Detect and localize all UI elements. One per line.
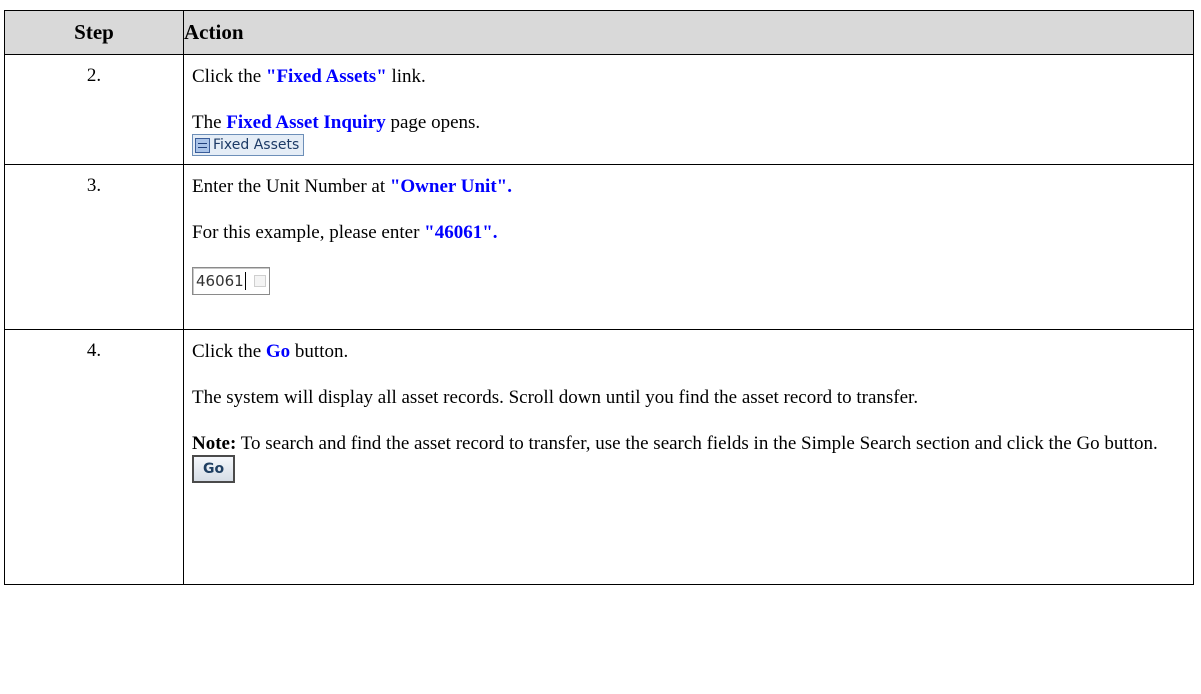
instruction-line: Click the "Fixed Assets" link. [192,65,1183,88]
go-button[interactable]: Go [192,455,236,483]
step-number: 4. [4,329,184,585]
instruction-text: button. [290,341,349,362]
instruction-text: Click the [192,66,266,87]
table-row: 2. Click the "Fixed Assets" link. The Fi… [4,54,1194,165]
table-row: 4. Click the Go button. The system will … [4,329,1194,585]
note-text: To search and find the asset record to t… [236,433,1158,454]
result-text: page opens. [385,112,481,133]
note-paragraph: Note: To search and find the asset recor… [192,432,1183,455]
fixed-assets-link[interactable]: Fixed Assets [192,134,305,156]
procedure-table: Step Action 2. Click the "Fixed Assets" … [4,10,1194,585]
result-text: The [192,112,227,133]
keyword-unit-value: "46061". [424,222,498,243]
result-line: The Fixed Asset Inquiry page opens. [192,111,1183,134]
table-row: 3. Enter the Unit Number at "Owner Unit"… [4,164,1194,330]
keyword-fixed-assets: "Fixed Assets" [265,66,387,87]
fixed-assets-link-label: Fixed Assets [213,136,300,153]
step-number: 3. [4,164,184,330]
description-paragraph: The system will display all asset record… [192,387,919,408]
list-icon [195,137,210,153]
step-number: 2. [4,54,184,165]
action-column-header: Action [183,10,1194,55]
example-text: For this example, please enter [192,222,425,243]
table-header-row: Step Action [4,10,1194,55]
keyword-go: Go [265,341,291,362]
step-column-header: Step [4,10,184,55]
instruction-line: Enter the Unit Number at "Owner Unit". [192,175,1183,198]
instruction-text: link. [386,66,426,87]
note-label: Note: [192,433,237,454]
owner-unit-value: 46061 [196,271,244,290]
action-cell: Enter the Unit Number at "Owner Unit". F… [183,164,1194,330]
instruction-line: Click the Go button. [192,340,1183,363]
instruction-text: Enter the Unit Number at [192,176,390,197]
keyword-fixed-asset-inquiry: Fixed Asset Inquiry [226,112,386,133]
action-cell: Click the "Fixed Assets" link. The Fixed… [183,54,1194,165]
text-caret [244,272,246,290]
instruction-text: Click the [192,341,266,362]
keyword-owner-unit: "Owner Unit". [389,176,512,197]
action-cell: Click the Go button. The system will dis… [183,329,1194,585]
lookup-icon[interactable] [253,275,266,287]
example-line: For this example, please enter "46061". [192,221,1183,244]
owner-unit-input[interactable]: 46061 [192,267,270,295]
